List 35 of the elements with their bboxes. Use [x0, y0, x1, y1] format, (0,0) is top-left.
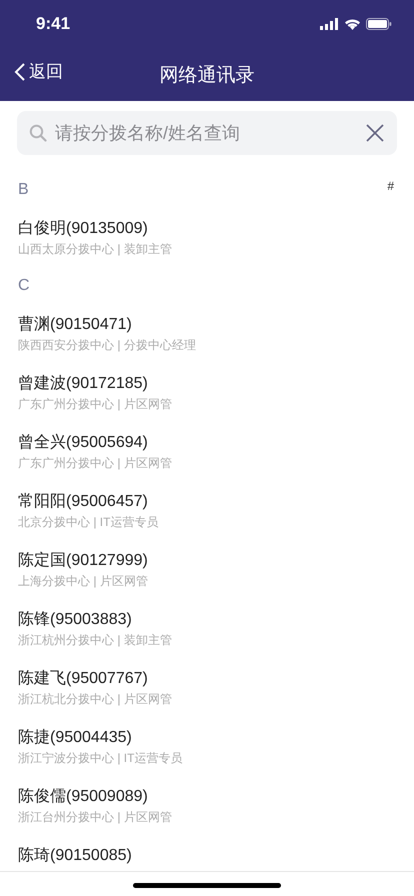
- contact-name[interactable]: 曾建波(90172185): [18, 373, 396, 395]
- contact-name[interactable]: 陈琦(90150085): [18, 845, 396, 867]
- contact-name[interactable]: 陈锋(95003883): [18, 609, 396, 631]
- search-bar[interactable]: 请按分拨名称/姓名查询: [17, 111, 397, 155]
- section-header: B: [18, 180, 29, 198]
- contact-name[interactable]: 白俊明(90135009): [18, 218, 396, 240]
- signal-icon: [320, 18, 339, 30]
- search-field[interactable]: 请按分拨名称/姓名查询: [55, 122, 357, 144]
- contact-name[interactable]: 曾全兴(95005694): [18, 432, 396, 454]
- page-title: 网络通讯录: [160, 64, 254, 88]
- contact-name[interactable]: 陈建飞(95007767): [18, 668, 396, 690]
- contact-name[interactable]: 陈捷(95004435): [18, 727, 396, 749]
- contact-detail: 广东广州分拨中心 | 片区网管: [18, 455, 173, 471]
- battery-icon: [366, 18, 392, 30]
- contact-detail: 上海分拨中心 | 片区网管: [18, 573, 149, 589]
- contact-name[interactable]: 曹渊(90150471): [18, 314, 396, 336]
- contact-detail: 广东广州分拨中心 | 片区网管: [18, 396, 173, 412]
- back-button[interactable]: 返回: [14, 60, 63, 83]
- contact-detail: 浙江杭州分拨中心 | 装卸主管: [18, 632, 173, 648]
- wifi-icon: [344, 18, 361, 30]
- search-icon: [29, 124, 47, 142]
- contact-name[interactable]: 陈定国(90127999): [18, 550, 396, 572]
- contact-detail: 北京分拨中心 | IT运营专员: [18, 514, 160, 530]
- contact-name[interactable]: 陈俊儒(95009089): [18, 786, 396, 808]
- contact-detail: 陕西西安分拨中心 | 分拨中心经理: [18, 337, 197, 353]
- back-icon: [14, 62, 26, 82]
- contact-detail: 浙江台州分拨中心 | 片区网管: [18, 809, 173, 825]
- contact-detail: 浙江杭北分拨中心 | 片区网管: [18, 691, 173, 707]
- contact-detail: 浙江宁波分拨中心 | IT运营专员: [18, 750, 184, 766]
- contact-name[interactable]: 常阳阳(95006457): [18, 491, 396, 513]
- clear-button[interactable]: [365, 123, 385, 143]
- section-header: C: [18, 276, 30, 294]
- status-time: 9:41: [36, 14, 70, 34]
- contact-detail: 山西太原分拨中心 | 装卸主管: [18, 241, 173, 257]
- index-letter[interactable]: #: [387, 179, 394, 193]
